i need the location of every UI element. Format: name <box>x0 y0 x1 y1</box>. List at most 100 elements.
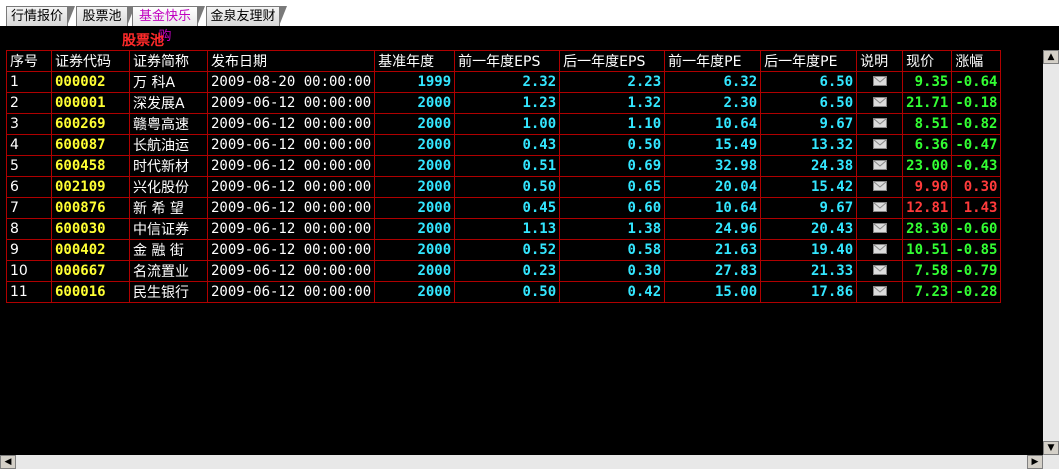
row-index: 6 <box>6 176 52 198</box>
envelope-icon[interactable] <box>872 265 887 275</box>
current-price: 12.81 <box>902 197 953 219</box>
tab-stock-pool[interactable]: 股票池 <box>76 6 135 26</box>
note-cell[interactable] <box>856 176 904 198</box>
publish-date: 2009-06-12 00:00:00 <box>206 92 376 114</box>
eps-next-year: 0.69 <box>559 155 666 177</box>
column-header[interactable]: 后一年度EPS <box>559 50 666 72</box>
eps-next-year: 2.23 <box>559 71 666 93</box>
change-percent: -0.28 <box>951 281 1002 303</box>
security-code: 600016 <box>51 281 130 303</box>
base-year: 2000 <box>374 176 456 198</box>
note-cell[interactable] <box>856 281 904 303</box>
eps-prev-year: 0.51 <box>454 155 561 177</box>
eps-next-year: 0.50 <box>559 134 666 156</box>
column-header[interactable]: 证券简称 <box>129 50 208 72</box>
eps-prev-year: 0.23 <box>454 260 561 282</box>
change-percent: 1.43 <box>951 197 1002 219</box>
table-row[interactable]: 3 600269 赣粤高速 2009-06-12 00:00:00 2000 1.00 1.… <box>6 113 1002 135</box>
arrow-left-icon[interactable]: ◀ <box>0 455 16 469</box>
column-header[interactable]: 序号 <box>6 50 52 72</box>
eps-next-year: 0.30 <box>559 260 666 282</box>
envelope-icon[interactable] <box>872 223 887 233</box>
note-cell[interactable] <box>856 239 904 261</box>
envelope-icon[interactable] <box>872 118 887 128</box>
table-row[interactable]: 7 000876 新 希 望 2009-06-12 00:00:00 2000 0.45 0… <box>6 197 1002 219</box>
pe-prev-year: 10.64 <box>664 197 762 219</box>
change-percent: -0.79 <box>951 260 1002 282</box>
publish-date: 2009-06-12 00:00:00 <box>206 239 376 261</box>
security-code: 000001 <box>51 92 130 114</box>
table-row[interactable]: 2 000001 深发展A 2009-06-12 00:00:00 2000 1.23 1.… <box>6 92 1002 114</box>
security-code: 000402 <box>51 239 130 261</box>
envelope-icon[interactable] <box>872 202 887 212</box>
current-price: 10.51 <box>902 239 953 261</box>
table-row[interactable]: 9 000402 金 融 街 2009-06-12 00:00:00 2000 0.52 0… <box>6 239 1002 261</box>
note-cell[interactable] <box>856 113 904 135</box>
eps-next-year: 0.65 <box>559 176 666 198</box>
envelope-icon[interactable] <box>872 286 887 296</box>
column-header[interactable]: 发布日期 <box>206 50 376 72</box>
envelope-icon[interactable] <box>872 97 887 107</box>
arrow-right-icon[interactable]: ▶ <box>1027 455 1043 469</box>
table-row[interactable]: 6 002109 兴化股份 2009-06-12 00:00:00 2000 0.50 0.… <box>6 176 1002 198</box>
table-row[interactable]: 11 600016 民生银行 2009-06-12 00:00:00 2000 0.50 0… <box>6 281 1002 303</box>
table-row[interactable]: 1 000002 万 科A 2009-08-20 00:00:00 1999 2.32 2.… <box>6 71 1002 93</box>
tab-jinquanyou-finance[interactable]: 金泉友理财 <box>206 6 287 26</box>
pe-next-year: 17.86 <box>760 281 858 303</box>
envelope-icon[interactable] <box>872 76 887 86</box>
note-cell[interactable] <box>856 155 904 177</box>
security-name: 赣粤高速 <box>129 113 208 135</box>
envelope-icon[interactable] <box>872 160 887 170</box>
publish-date: 2009-06-12 00:00:00 <box>206 197 376 219</box>
publish-date: 2009-06-12 00:00:00 <box>206 260 376 282</box>
security-code: 000876 <box>51 197 130 219</box>
column-header[interactable]: 前一年度PE <box>664 50 762 72</box>
note-cell[interactable] <box>856 92 904 114</box>
table-row[interactable]: 10 000667 名流置业 2009-06-12 00:00:00 2000 0.23 0… <box>6 260 1002 282</box>
change-percent: -0.64 <box>951 71 1002 93</box>
envelope-icon[interactable] <box>872 244 887 254</box>
arrow-down-icon[interactable]: ▼ <box>1043 441 1059 455</box>
note-cell[interactable] <box>856 197 904 219</box>
current-price: 21.71 <box>902 92 953 114</box>
tab-market-quotes[interactable]: 行情报价 <box>6 6 75 26</box>
eps-next-year: 0.58 <box>559 239 666 261</box>
security-name: 万 科A <box>129 71 208 93</box>
envelope-icon[interactable] <box>872 181 887 191</box>
note-cell[interactable] <box>856 71 904 93</box>
table-row[interactable]: 8 600030 中信证券 2009-06-12 00:00:00 2000 1.13 1.… <box>6 218 1002 240</box>
publish-date: 2009-06-12 00:00:00 <box>206 281 376 303</box>
column-header[interactable]: 前一年度EPS <box>454 50 561 72</box>
row-index: 3 <box>6 113 52 135</box>
column-header[interactable]: 说明 <box>856 50 904 72</box>
row-index: 11 <box>6 281 52 303</box>
security-code: 000002 <box>51 71 130 93</box>
current-price: 6.36 <box>902 134 953 156</box>
vertical-scrollbar[interactable]: ▲ ▼ <box>1043 50 1059 455</box>
tab-fund-happy-buy[interactable]: 基金快乐购 <box>132 6 205 44</box>
column-header[interactable]: 基准年度 <box>374 50 456 72</box>
column-header[interactable]: 现价 <box>902 50 953 72</box>
pe-next-year: 15.42 <box>760 176 858 198</box>
table-row[interactable]: 5 600458 时代新材 2009-06-12 00:00:00 2000 0.51 0.… <box>6 155 1002 177</box>
pe-prev-year: 27.83 <box>664 260 762 282</box>
arrow-up-icon[interactable]: ▲ <box>1043 50 1059 64</box>
eps-prev-year: 1.00 <box>454 113 561 135</box>
table-row[interactable]: 4 600087 长航油运 2009-06-12 00:00:00 2000 0.43 0.… <box>6 134 1002 156</box>
eps-prev-year: 2.32 <box>454 71 561 93</box>
column-header[interactable]: 涨幅 <box>951 50 1002 72</box>
eps-prev-year: 0.52 <box>454 239 561 261</box>
envelope-icon[interactable] <box>872 139 887 149</box>
column-header[interactable]: 后一年度PE <box>760 50 858 72</box>
security-name: 民生银行 <box>129 281 208 303</box>
pe-prev-year: 6.32 <box>664 71 762 93</box>
publish-date: 2009-06-12 00:00:00 <box>206 134 376 156</box>
note-cell[interactable] <box>856 134 904 156</box>
security-code: 600087 <box>51 134 130 156</box>
note-cell[interactable] <box>856 260 904 282</box>
change-percent: -0.18 <box>951 92 1002 114</box>
note-cell[interactable] <box>856 218 904 240</box>
publish-date: 2009-06-12 00:00:00 <box>206 218 376 240</box>
horizontal-scrollbar[interactable]: ◀ ▶ <box>0 455 1059 469</box>
column-header[interactable]: 证券代码 <box>51 50 130 72</box>
